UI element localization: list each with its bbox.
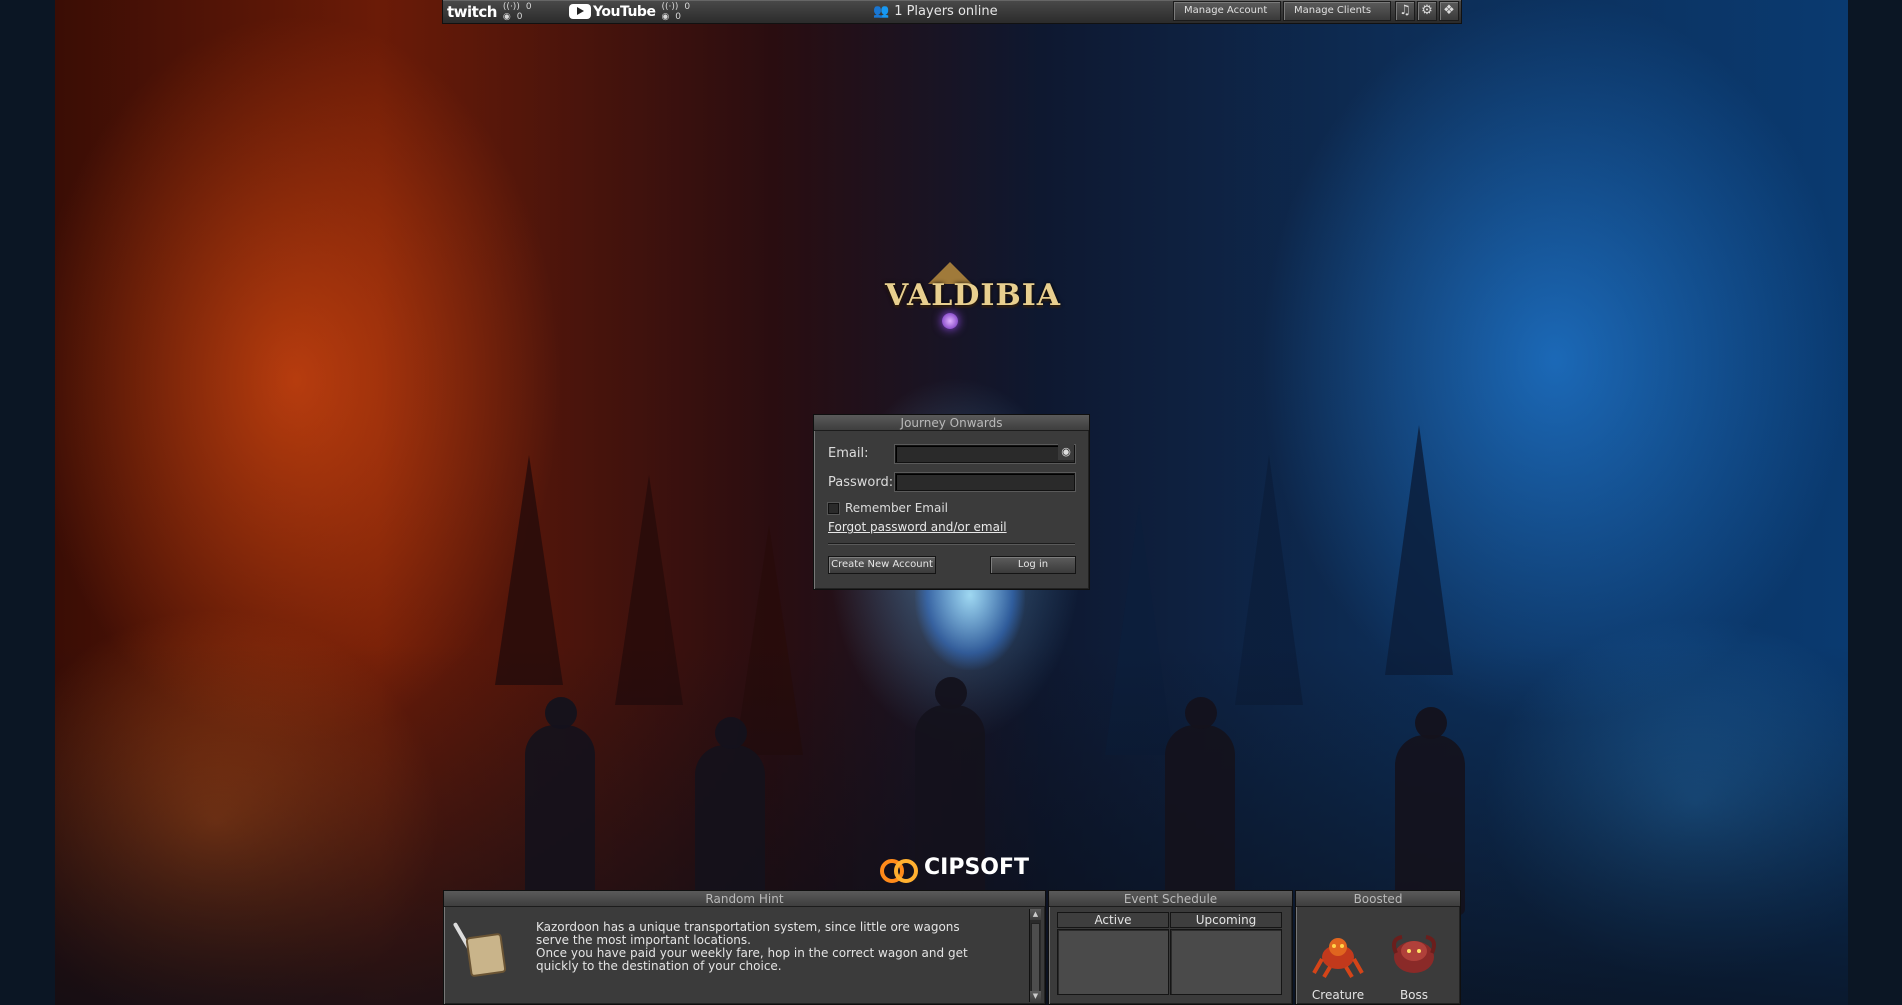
youtube-widget[interactable]: YouTube ((·)) 0 ◉ 0: [569, 0, 690, 24]
boosted-creature-label: Creature: [1311, 988, 1365, 1002]
email-field[interactable]: [895, 445, 1075, 463]
music-icon[interactable]: ♫: [1395, 1, 1415, 21]
logo-text: VALDIBIA: [885, 278, 1062, 313]
cipsoft-text: CIPSOFT: [924, 855, 1030, 880]
boosted-panel: Boosted Creature Boss: [1295, 890, 1461, 1005]
youtube-watchers: ◉ 0: [661, 11, 682, 22]
boosted-title: Boosted: [1296, 891, 1460, 907]
email-row: Email: ◉: [828, 443, 1075, 463]
twitch-logo[interactable]: twitch: [447, 3, 497, 21]
random-hint-title: Random Hint: [444, 891, 1045, 907]
cipsoft-icon: [880, 857, 918, 883]
widgets-icon[interactable]: ❖: [1439, 1, 1459, 21]
hero-silhouette: [525, 697, 595, 915]
cipsoft-logo: CIPSOFT: [880, 855, 1030, 883]
active-events-header[interactable]: Active: [1057, 912, 1169, 928]
upcoming-events-list: [1170, 929, 1282, 995]
manage-account-button[interactable]: Manage Account: [1173, 1, 1281, 21]
logo-orb: [942, 313, 958, 329]
random-hint-panel: Random Hint Kazordoon has a unique trans…: [443, 890, 1046, 1005]
players-icon: 👥: [873, 4, 890, 19]
boosted-creature-sprite[interactable]: [1312, 929, 1364, 979]
login-window-title: Journey Onwards: [814, 415, 1089, 431]
broadcast-icon: ((·)): [661, 1, 679, 12]
hint-scrollbar[interactable]: ▲ ▼: [1029, 909, 1041, 1002]
remember-email-row[interactable]: Remember Email: [828, 501, 948, 515]
login-separator: [828, 543, 1075, 545]
youtube-logo[interactable]: YouTube: [593, 4, 656, 20]
remember-email-checkbox[interactable]: [828, 502, 839, 514]
game-logo: VALDIBIA: [885, 262, 1062, 329]
twitch-watchers: ◉ 0: [502, 11, 523, 22]
scroll-down-icon[interactable]: ▼: [1030, 991, 1041, 1002]
show-email-icon[interactable]: ◉: [1058, 444, 1074, 460]
event-schedule-panel: Event Schedule Active Upcoming: [1048, 890, 1293, 1005]
login-window: Journey Onwards Email: ◉ Password: Remem…: [813, 414, 1090, 590]
event-schedule-title: Event Schedule: [1049, 891, 1292, 907]
scroll-quill-icon: [452, 921, 507, 981]
hint-line: quickly to the destination of your choic…: [536, 959, 782, 973]
password-row: Password:: [828, 473, 1075, 491]
ice-spire: [1385, 425, 1453, 675]
youtube-stats: ((·)) 0 ◉ 0: [661, 2, 690, 22]
hero-silhouette: [1395, 707, 1465, 915]
password-field[interactable]: [895, 473, 1075, 491]
upcoming-events-header[interactable]: Upcoming: [1170, 912, 1282, 928]
top-bar: twitch ((·)) 0 ◉ 0 YouTube ((·)) 0 ◉ 0 👥 1 P…: [442, 0, 1462, 24]
remember-email-label[interactable]: Remember Email: [845, 501, 948, 515]
players-online: 👥 1 Players online: [873, 4, 998, 19]
scrollbar-thumb[interactable]: [1031, 923, 1040, 993]
email-label: Email:: [828, 445, 869, 461]
youtube-play-icon: [569, 4, 591, 19]
twitch-viewers: ((·)) 0: [502, 1, 532, 12]
password-label: Password:: [828, 474, 894, 490]
youtube-viewers: ((·)) 0: [661, 1, 691, 12]
players-online-text: 1 Players online: [894, 4, 998, 19]
hint-text: Kazordoon has a unique transportation sy…: [536, 921, 1016, 973]
active-events-list: [1057, 929, 1169, 995]
hero-silhouette: [1165, 697, 1235, 915]
gear-icon[interactable]: ⚙: [1417, 1, 1437, 21]
login-button[interactable]: Log in: [990, 556, 1076, 574]
hero-silhouette: [915, 677, 985, 915]
create-account-button[interactable]: Create New Account: [828, 556, 936, 574]
scroll-icon: [465, 932, 507, 978]
eye-icon: ◉: [661, 11, 670, 22]
broadcast-icon: ((·)): [502, 1, 520, 12]
forgot-password-link[interactable]: Forgot password and/or email: [828, 520, 1007, 534]
boosted-boss-sprite[interactable]: [1388, 929, 1440, 979]
boosted-boss-label: Boss: [1399, 988, 1429, 1002]
twitch-stats: ((·)) 0 ◉ 0: [503, 2, 532, 22]
scroll-up-icon[interactable]: ▲: [1030, 909, 1041, 920]
manage-clients-button[interactable]: Manage Clients: [1283, 1, 1391, 21]
eye-icon: ◉: [502, 11, 511, 22]
twitch-widget[interactable]: twitch ((·)) 0 ◉ 0: [447, 0, 532, 24]
